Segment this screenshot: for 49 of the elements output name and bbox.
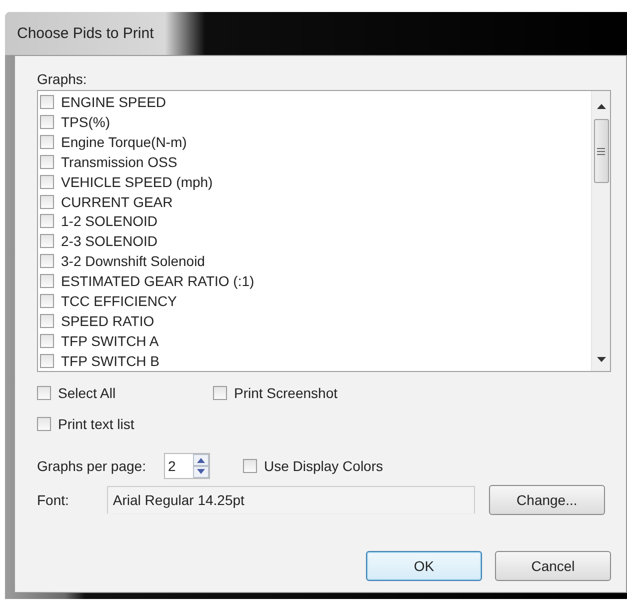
checkbox-label: Print text list	[58, 416, 134, 432]
checkbox[interactable]	[40, 174, 54, 189]
checkbox-label: TPS(%)	[61, 114, 110, 130]
checkbox-label: Print Screenshot	[234, 385, 338, 401]
checkbox[interactable]	[40, 334, 54, 348]
checkbox[interactable]	[40, 214, 54, 228]
checkbox-label: 1-2 SOLENOID	[61, 213, 158, 230]
checkbox-label: 2-3 SOLENOID	[61, 233, 158, 250]
checkbox[interactable]	[40, 234, 54, 248]
scroll-thumb[interactable]	[594, 119, 608, 183]
scroll-up-icon[interactable]	[596, 103, 606, 109]
checkbox-label: TFP SWITCH B	[61, 352, 160, 369]
spinner-arrows-icon[interactable]	[193, 454, 209, 478]
checkbox[interactable]	[40, 194, 54, 209]
change-font-button[interactable]: Change...	[488, 485, 605, 515]
checkbox[interactable]	[40, 114, 54, 129]
checkbox[interactable]	[37, 417, 51, 431]
checkbox[interactable]	[40, 294, 54, 308]
grip-icon	[597, 148, 605, 154]
checkbox-label: SPEED RATIO	[61, 313, 154, 330]
checkbox[interactable]	[40, 134, 54, 149]
checkbox[interactable]	[40, 274, 54, 288]
checkbox-label: Engine Torque(N-m)	[61, 134, 187, 150]
checkbox[interactable]	[40, 314, 54, 328]
checkbox-label: ESTIMATED GEAR RATIO (:1)	[61, 273, 254, 290]
checkbox-label: CURRENT GEAR	[61, 194, 173, 210]
cancel-button[interactable]: Cancel	[495, 551, 611, 581]
checkbox[interactable]	[213, 386, 227, 400]
font-label: Font:	[37, 492, 69, 508]
checkbox-label: 3-2 Downshift Solenoid	[61, 253, 205, 270]
checkbox-label: VEHICLE SPEED (mph)	[61, 174, 213, 190]
checkbox-label: TFP SWITCH A	[61, 333, 159, 350]
checkbox[interactable]	[40, 154, 54, 169]
checkbox-label: TCC EFFICIENCY	[61, 293, 177, 310]
checkbox[interactable]	[37, 386, 51, 400]
checkbox[interactable]	[40, 354, 54, 368]
graphs-per-page-spinner[interactable]: 2	[164, 453, 210, 479]
font-field: Arial Regular 14.25pt	[106, 486, 475, 514]
checkbox[interactable]	[40, 254, 54, 268]
checkbox-label: Use Display Colors	[264, 458, 384, 474]
checkbox-label: Transmission OSS	[61, 154, 178, 170]
ok-button[interactable]: OK	[366, 551, 482, 581]
graphs-per-page-label: Graphs per page:	[37, 458, 146, 474]
checkbox[interactable]	[40, 94, 54, 109]
graphs-label: Graphs:	[37, 71, 87, 87]
checkbox[interactable]	[242, 459, 257, 473]
checkbox-label: Select All	[58, 385, 116, 401]
scroll-down-icon[interactable]	[596, 357, 606, 363]
checkbox-label: ENGINE SPEED	[61, 94, 166, 110]
